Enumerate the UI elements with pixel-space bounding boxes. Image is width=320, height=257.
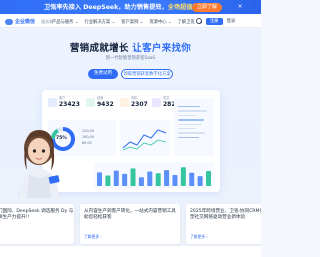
promo-text-main: 卫瓴率先接入 DeepSeek，助力销售提效， — [44, 4, 168, 11]
user-icon — [48, 97, 57, 107]
news-card-text: 从内容生产到客户转化，一站式内容营销工具助您轻松获客 — [84, 209, 176, 221]
bar — [197, 176, 203, 186]
donut-legend: 120,00 100,00 89,00 — [82, 128, 94, 146]
promo-learn-more-button[interactable]: 立即了解 — [192, 2, 223, 12]
line-chart — [122, 129, 167, 151]
hero-title-part1: 营销成就增长 — [69, 43, 129, 54]
bar-chart — [97, 167, 211, 186]
top-nav: 企业微信 服务商 产品与服务 ⌄ 行业解决方案 ⌄ 客户案例 ⌄ 资源中心 ⌄ … — [0, 14, 261, 28]
promo-text: 卫瓴率先接入 DeepSeek，助力销售提效，全场超值秒杀价 — [44, 2, 211, 11]
bar — [206, 171, 211, 186]
logo-text: 企业微信 — [15, 19, 36, 25]
footer-strip — [0, 246, 261, 257]
nav-menu: 产品与服务 ⌄ 行业解决方案 ⌄ 客户案例 ⌄ 资源中心 ⌄ 了解卫瓴 — [52, 19, 195, 25]
nav-item-about[interactable]: 了解卫瓴 — [178, 19, 195, 25]
promo-banner: 卫瓴率先接入 DeepSeek，助力销售提效，全场超值秒杀价 立即了解 × — [0, 0, 261, 14]
register-button[interactable]: 注册 — [206, 17, 223, 25]
page-root: { "banner": {"text_pre": "卫瓴率先接入 DeepSee… — [0, 0, 261, 257]
stat-leads: 线索 9432 — [86, 96, 114, 108]
learn-more-link[interactable]: 了解更多 › — [84, 234, 102, 240]
lead-icon — [86, 97, 95, 107]
bar — [172, 175, 178, 186]
nav-item-cases[interactable]: 客户案例 ⌄ — [121, 19, 143, 25]
bar — [189, 172, 195, 186]
list-panel — [174, 98, 214, 156]
stat-value: 23423 — [59, 100, 80, 108]
news-card[interactable]: 2025年跨境营业、卫瓴·协同CRM重塑社交网络驱动营业新体验 了解更多 › — [186, 204, 261, 244]
logo[interactable]: 企业微信 服务商 — [5, 18, 53, 25]
nav-item-products[interactable]: 产品与服务 ⌄ — [52, 19, 78, 25]
dashboard-mockup: 客户 23423 线索 9432 商机 2307 成交 2823 75% 120,00 … — [42, 90, 220, 192]
cloud-logo-icon — [5, 18, 13, 25]
hero-title: 营销成就增长 让客户来找你 — [0, 40, 261, 54]
bar — [147, 171, 153, 186]
avatar-illustration — [17, 130, 61, 198]
hero-subtitle: 新一代智能营销获客SaaS — [105, 56, 156, 61]
get-solution-button[interactable]: 领取营销获客数字化方案 — [121, 69, 173, 79]
bar — [105, 175, 111, 186]
bar — [97, 172, 102, 186]
free-trial-button[interactable]: 免费试用 — [88, 69, 118, 79]
deal-icon — [152, 97, 161, 107]
bar — [130, 168, 136, 186]
login-link[interactable]: 登录 — [227, 18, 236, 24]
search-icon[interactable] — [196, 18, 202, 24]
close-icon[interactable]: × — [236, 3, 244, 11]
hero-title-part2: 让客户来找你 — [132, 43, 192, 54]
bar-panel — [94, 162, 214, 188]
bar — [164, 170, 170, 186]
nav-item-resources[interactable]: 资源中心 ⌄ — [149, 19, 171, 25]
bar — [113, 170, 119, 186]
bar — [155, 173, 161, 186]
news-cards: 门国际、DeepSeek 调选服务 Dy 与保生产力提升!! 从内容生产到客户转… — [0, 204, 261, 246]
news-card-text: 2025年跨境营业、卫瓴·协同CRM重塑社交网络驱动营业新体验 — [190, 209, 261, 221]
legend-item: 89,00 — [82, 141, 92, 145]
line-panel — [120, 120, 170, 156]
stat-value: 9432 — [97, 100, 114, 108]
stat-customers: 客户 23423 — [48, 96, 80, 108]
bar — [180, 167, 186, 186]
news-card-text: 门国际、DeepSeek 调选服务 Dy 与保生产力提升!! — [0, 209, 74, 221]
bar — [138, 177, 144, 186]
bar — [122, 173, 128, 186]
stat-opportunities: 商机 2307 — [120, 96, 148, 108]
learn-more-link[interactable]: 了解更多 › — [190, 234, 208, 240]
nav-item-solutions[interactable]: 行业解决方案 ⌄ — [84, 19, 115, 25]
news-card[interactable]: 从内容生产到客户转化，一站式内容营销工具助您轻松获客 了解更多 › — [80, 204, 180, 244]
stat-value: 2307 — [131, 100, 148, 108]
news-card[interactable]: 门国际、DeepSeek 调选服务 Dy 与保生产力提升!! — [0, 204, 74, 244]
nav-actions: 注册 登录 — [196, 17, 236, 25]
opportunity-icon — [120, 97, 129, 107]
